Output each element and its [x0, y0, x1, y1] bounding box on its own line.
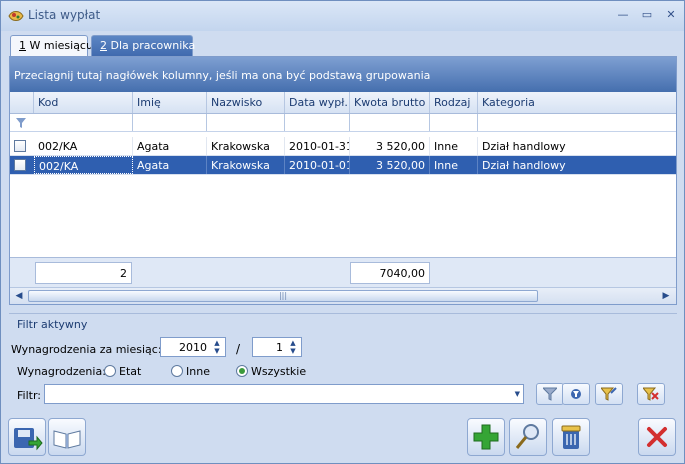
book-icon [53, 430, 81, 449]
cell-imie: Agata [133, 156, 207, 174]
filter-apply-button[interactable] [595, 383, 623, 405]
header-nazwisko[interactable]: Nazwisko [207, 92, 285, 113]
table-row-selected[interactable]: 002/KA Agata Krakowska 2010-01-01 3 520,… [10, 156, 676, 175]
add-button[interactable] [467, 418, 505, 456]
year-value: 2010 [179, 341, 207, 354]
magnifier-icon [515, 424, 539, 449]
active-filter-panel: Filtr aktywny Wynagrodzenia za miesiąc: … [9, 313, 677, 407]
funnel-clear-icon [641, 387, 659, 401]
footer-count: 2 [35, 262, 132, 284]
cell-rodzaj: Inne [430, 137, 478, 155]
minimize-icon[interactable]: — [613, 6, 633, 24]
preview-button[interactable] [509, 418, 547, 456]
titlebar: Lista wypłat — ▭ ✕ [1, 1, 684, 31]
stepper-arrows-icon[interactable]: ▲ ▼ [287, 339, 299, 355]
filter-funnel-button[interactable] [536, 383, 564, 405]
filter-cell-kategoria[interactable] [478, 114, 676, 131]
radio-etat-label[interactable]: Etat [119, 365, 141, 378]
footer-sum: 7040,00 [350, 262, 430, 284]
header-kategoria[interactable]: Kategoria [478, 92, 676, 113]
grid-footer: 2 7040,00 [10, 257, 676, 287]
save-export-icon [14, 428, 43, 451]
cell-imie: Agata [133, 137, 207, 155]
filter-advanced-button[interactable] [562, 383, 590, 405]
header-rodzaj[interactable]: Rodzaj [430, 92, 478, 113]
cell-rodzaj: Inne [430, 156, 478, 174]
radio-inne-label[interactable]: Inne [186, 365, 210, 378]
app-icon [8, 11, 24, 21]
scroll-left-icon[interactable]: ◀ [11, 289, 27, 303]
cell-nazwisko: Krakowska [207, 156, 285, 174]
filter-cell-nazwisko[interactable] [207, 114, 285, 131]
close-button[interactable] [638, 418, 676, 456]
header-data[interactable]: Data wypł. [285, 92, 350, 113]
filter-input[interactable]: ▼ [44, 384, 524, 404]
window-title: Lista wypłat [28, 8, 101, 22]
cell-data: 2010-01-01 [285, 156, 350, 174]
group-by-area[interactable]: Przeciągnij tutaj nagłówek kolumny, jeśl… [10, 57, 676, 92]
cell-kategoria: Dział handlowy [482, 159, 566, 172]
tab-w-miesiacu[interactable]: 1 W miesiącu [10, 35, 93, 58]
book-button[interactable] [48, 418, 86, 456]
export-button[interactable] [8, 418, 46, 456]
maximize-icon[interactable]: ▭ [637, 6, 657, 24]
delete-button[interactable] [552, 418, 590, 456]
row-checkbox[interactable] [14, 159, 26, 171]
funnel-icon [541, 387, 559, 401]
header-check-col [10, 92, 34, 113]
filter-cell-imie[interactable] [133, 114, 207, 131]
grid-header: Kod Imię Nazwisko Data wypł. Kwota brutt… [10, 92, 676, 114]
month-label: Wynagrodzenia za miesiąc: [11, 343, 162, 356]
type-label: Wynagrodzenia: [17, 365, 106, 378]
filter-icon[interactable] [16, 118, 26, 128]
cell-kod: 002/KA [34, 137, 133, 155]
header-imie[interactable]: Imię [133, 92, 207, 113]
radio-etat[interactable] [104, 365, 116, 377]
plus-icon [473, 424, 499, 450]
filter-clear-button[interactable] [637, 383, 665, 405]
scroll-thumb[interactable]: ||| [28, 290, 538, 302]
row-checkbox[interactable] [14, 140, 26, 152]
radio-wszystkie[interactable] [236, 365, 248, 377]
main-window: Lista wypłat — ▭ ✕ 1 W miesiącu 2 Dla pr… [0, 0, 685, 464]
table-row[interactable]: 002/KA Agata Krakowska 2010-01-31 3 520,… [10, 137, 676, 156]
stepper-arrows-icon[interactable]: ▲ ▼ [211, 339, 223, 355]
filter-cell-kod[interactable] [34, 114, 133, 131]
radio-wszystkie-label[interactable]: Wszystkie [251, 365, 306, 378]
horizontal-scrollbar[interactable]: ◀ ||| ▶ [10, 287, 676, 304]
cell-kategoria: Dział handlowy [482, 140, 566, 153]
tab-dla-pracownika[interactable]: 2 Dla pracownika [91, 35, 196, 57]
close-x-icon [647, 427, 667, 447]
close-icon[interactable]: ✕ [661, 6, 681, 24]
filter-label: Filtr: [17, 389, 41, 402]
tab-label: Dla pracownika [107, 39, 196, 52]
column-filter-row [10, 114, 676, 132]
month-stepper[interactable]: 1 ▲ ▼ [252, 337, 302, 357]
filter-cell-data[interactable] [285, 114, 350, 131]
cell-data: 2010-01-31 [285, 137, 350, 155]
tab-label: W miesiącu [26, 39, 93, 52]
chevron-down-icon[interactable]: ▼ [515, 390, 520, 398]
filter-panel-title: Filtr aktywny [17, 318, 88, 331]
year-stepper[interactable]: 2010 ▲ ▼ [160, 337, 226, 357]
filter-cell-kwota[interactable] [350, 114, 430, 131]
header-kwota[interactable]: Kwota brutto [350, 92, 430, 113]
filter-advanced-icon [571, 389, 581, 399]
funnel-edit-icon [599, 387, 617, 401]
grid-panel: Przeciągnij tutaj nagłówek kolumny, jeśl… [9, 56, 677, 305]
cell-kwota: 3 520,00 [350, 156, 430, 174]
header-kod[interactable]: Kod [34, 92, 133, 113]
radio-inne[interactable] [171, 365, 183, 377]
scroll-right-icon[interactable]: ▶ [658, 289, 674, 303]
filter-cell-rodzaj[interactable] [430, 114, 478, 131]
date-separator: / [236, 342, 241, 356]
tab-number: 2 [100, 39, 107, 52]
month-value: 1 [276, 341, 283, 354]
cell-kwota: 3 520,00 [350, 137, 430, 155]
cell-nazwisko: Krakowska [207, 137, 285, 155]
trash-icon [561, 425, 581, 449]
tab-number: 1 [19, 39, 26, 52]
cell-kod: 002/KA [34, 156, 133, 174]
